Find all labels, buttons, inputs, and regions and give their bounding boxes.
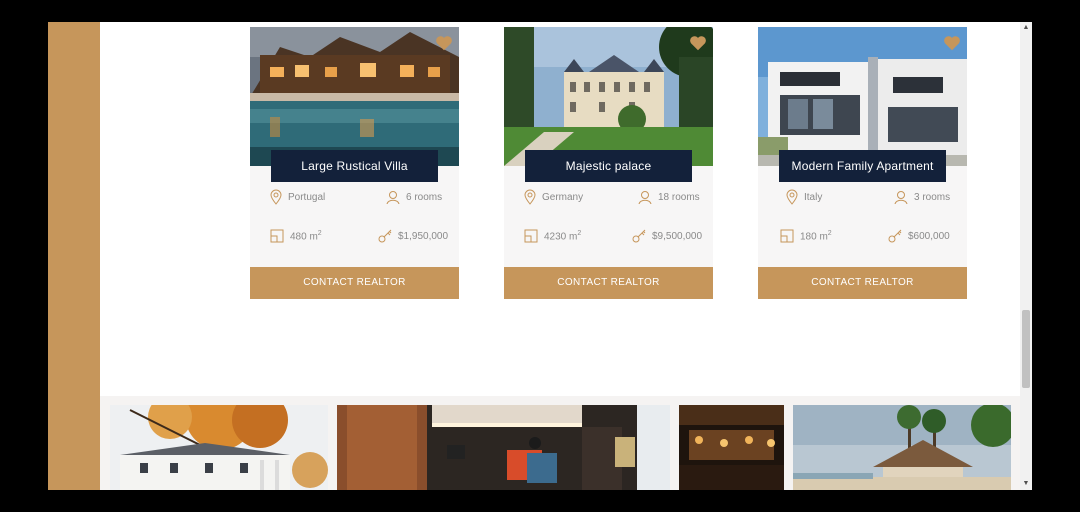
listing-rooms: 3 rooms (894, 189, 950, 205)
listing-title[interactable]: Large Rustical Villa (271, 150, 438, 182)
listing-location: Portugal (270, 189, 325, 205)
heart-icon[interactable] (689, 35, 707, 51)
listing-rooms: 6 rooms (386, 189, 442, 205)
listing-location: Italy (786, 189, 822, 205)
interior-living-room-photo[interactable] (337, 405, 670, 490)
scrollbar-thumb[interactable] (1022, 310, 1030, 388)
bar-interior-photo[interactable] (679, 405, 784, 490)
photo-gallery-strip (100, 396, 1020, 490)
person-icon (386, 191, 400, 204)
scroll-up-arrow-icon[interactable]: ▲ (1020, 22, 1032, 34)
location-pin-icon (786, 189, 798, 205)
listing-price: $600,000 (888, 228, 950, 244)
area-icon (270, 229, 284, 243)
listing-title[interactable]: Modern Family Apartment (779, 150, 946, 182)
location-pin-icon (524, 189, 536, 205)
listing-card: Modern Family Apartment Italy 3 rooms 18… (758, 27, 967, 299)
browser-viewport: Large Rustical Villa Portugal 6 rooms 48… (48, 22, 1032, 490)
left-accent-bar (48, 22, 100, 490)
listing-area: 480 m2 (270, 228, 322, 244)
heart-icon[interactable] (943, 35, 961, 51)
listing-title[interactable]: Majestic palace (525, 150, 692, 182)
contact-realtor-button[interactable]: CONTACT REALTOR (504, 267, 713, 299)
listing-area: 180 m2 (780, 228, 832, 244)
scroll-down-arrow-icon[interactable]: ▼ (1020, 478, 1032, 490)
page-content: Large Rustical Villa Portugal 6 rooms 48… (100, 22, 1020, 490)
modern-house-photo[interactable] (758, 27, 967, 166)
key-icon (378, 229, 392, 243)
area-icon (780, 229, 794, 243)
contact-realtor-button[interactable]: CONTACT REALTOR (250, 267, 459, 299)
listing-location: Germany (524, 189, 583, 205)
beach-resort-photo[interactable] (793, 405, 1011, 490)
listing-rooms: 18 rooms (638, 189, 700, 205)
key-icon (632, 229, 646, 243)
area-icon (524, 229, 538, 243)
listing-area: 4230 m2 (524, 228, 581, 244)
person-icon (894, 191, 908, 204)
listing-card: Large Rustical Villa Portugal 6 rooms 48… (250, 27, 459, 299)
listing-price: $9,500,000 (632, 228, 702, 244)
listing-card: Majestic palace Germany 18 rooms 4230 m2… (504, 27, 713, 299)
key-icon (888, 229, 902, 243)
listing-price: $1,950,000 (378, 228, 448, 244)
location-pin-icon (270, 189, 282, 205)
villa-pool-night-photo[interactable] (250, 27, 459, 166)
autumn-mansion-photo[interactable] (110, 405, 328, 490)
person-icon (638, 191, 652, 204)
palace-garden-photo[interactable] (504, 27, 713, 166)
contact-realtor-button[interactable]: CONTACT REALTOR (758, 267, 967, 299)
heart-icon[interactable] (435, 35, 453, 51)
vertical-scrollbar[interactable]: ▲ ▼ (1020, 22, 1032, 490)
